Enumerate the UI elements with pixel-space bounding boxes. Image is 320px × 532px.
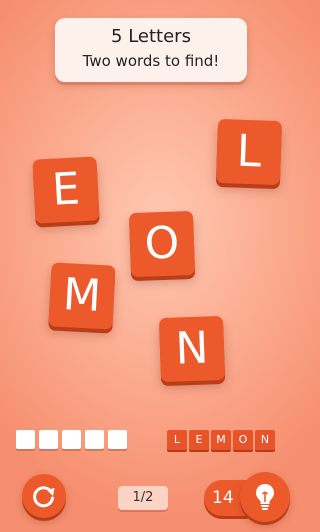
found-letter: M: [211, 430, 231, 450]
hint-button[interactable]: [240, 472, 290, 522]
answer-slots: [16, 430, 127, 449]
lightbulb-icon: [256, 484, 274, 510]
hint-count: 14: [212, 488, 234, 508]
restart-button[interactable]: [22, 474, 66, 518]
found-letter: L: [167, 430, 187, 450]
answer-slot[interactable]: [62, 430, 81, 449]
banner-title: 5 Letters: [111, 26, 191, 47]
level-banner: 5 Letters Two words to find!: [55, 18, 247, 82]
answer-slot[interactable]: [16, 430, 35, 449]
letter-tile-e[interactable]: E: [32, 156, 100, 224]
letter-tile-o[interactable]: O: [128, 210, 196, 278]
restart-icon: [33, 486, 55, 508]
answer-slot[interactable]: [39, 430, 58, 449]
answer-slot[interactable]: [108, 430, 127, 449]
letter-tile-l[interactable]: L: [215, 118, 283, 186]
found-letter: N: [255, 430, 275, 450]
banner-subtitle: Two words to find!: [82, 52, 220, 70]
found-letter: O: [233, 430, 253, 450]
letter-tile-m[interactable]: M: [48, 262, 116, 330]
letter-tile-n[interactable]: N: [158, 315, 226, 383]
found-letter: E: [189, 430, 209, 450]
found-word: L E M O N: [167, 430, 275, 450]
answer-slot[interactable]: [85, 430, 104, 449]
level-progress: 1/2: [118, 486, 168, 510]
